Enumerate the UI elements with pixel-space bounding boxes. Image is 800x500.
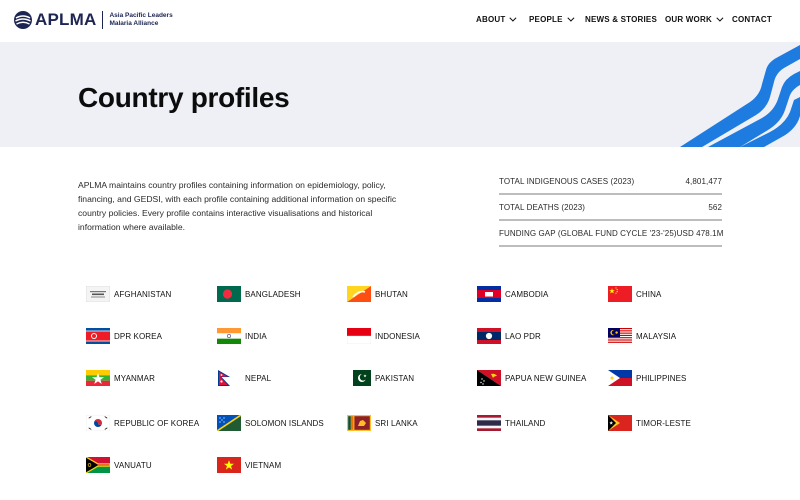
country-bhutan[interactable]: BHUTAN <box>347 286 408 302</box>
hero-banner: Country profiles <box>0 42 800 147</box>
stat-row-total-deaths: TOTAL DEATHS (2023) 562 <box>499 195 722 221</box>
china-flag-icon <box>608 286 632 302</box>
country-nepal[interactable]: NEPAL <box>217 370 271 386</box>
nav-our-work[interactable]: OUR WORK <box>665 14 724 24</box>
stat-value: 4,801,477 <box>685 176 722 186</box>
country-name: PAKISTAN <box>375 373 415 383</box>
country-philippines[interactable]: PHILIPPINES <box>608 370 686 386</box>
country-india[interactable]: INDIA <box>217 328 267 344</box>
country-name: MYANMAR <box>114 373 155 383</box>
country-name: CHINA <box>636 289 662 299</box>
country-name: THAILAND <box>505 418 546 428</box>
timor-leste-flag-icon <box>608 415 632 431</box>
stat-label: TOTAL DEATHS (2023) <box>499 202 586 212</box>
stat-value: 562 <box>708 202 722 212</box>
country-name: PAPUA NEW GUINEA <box>505 373 587 383</box>
country-bangladesh[interactable]: BANGLADESH <box>217 286 301 302</box>
cambodia-flag-icon <box>477 286 501 302</box>
nav-news-stories[interactable]: NEWS & STORIES <box>585 15 657 24</box>
lao-flag-icon <box>477 328 501 344</box>
country-thailand[interactable]: THAILAND <box>477 415 545 431</box>
dpr-korea-flag-icon <box>86 328 110 344</box>
png-flag-icon <box>477 370 501 386</box>
country-indonesia[interactable]: INDONESIA <box>347 328 420 344</box>
country-sri-lanka[interactable]: SRI LANKA <box>347 415 418 431</box>
nav-people-label: PEOPLE <box>529 15 563 24</box>
country-name: SOLOMON ISLANDS <box>245 418 324 428</box>
decorative-stripes <box>680 45 800 147</box>
stat-label: FUNDING GAP (GLOBAL FUND CYCLE '23-'25) <box>499 228 677 238</box>
philippines-flag-icon <box>608 370 632 386</box>
stat-label: TOTAL INDIGENOUS CASES (2023) <box>499 176 635 186</box>
country-name: VIETNAM <box>245 460 282 470</box>
country-name: SRI LANKA <box>375 418 418 428</box>
country-name: CAMBODIA <box>505 289 549 299</box>
korea-flag-icon <box>86 415 110 431</box>
pakistan-flag-icon <box>347 370 371 386</box>
country-lao-pdr[interactable]: LAO PDR <box>477 328 541 344</box>
afghanistan-flag-icon <box>86 286 110 302</box>
bhutan-flag-icon <box>347 286 371 302</box>
country-name: PHILIPPINES <box>636 373 687 383</box>
country-republic-of-korea[interactable]: REPUBLIC OF KOREA <box>86 415 199 431</box>
nav-contact[interactable]: CONTACT <box>732 15 772 24</box>
country-name: NEPAL <box>245 373 272 383</box>
nav-our-work-label: OUR WORK <box>665 15 712 24</box>
country-name: REPUBLIC OF KOREA <box>114 418 200 428</box>
malaysia-flag-icon <box>608 328 632 344</box>
nav-about-label: ABOUT <box>476 15 506 24</box>
country-pakistan[interactable]: PAKISTAN <box>347 370 414 386</box>
country-name: LAO PDR <box>505 331 541 341</box>
country-dpr-korea[interactable]: DPR KOREA <box>86 328 162 344</box>
country-vietnam[interactable]: VIETNAM <box>217 457 281 473</box>
intro-paragraph: APLMA maintains country profiles contain… <box>78 180 397 232</box>
solomon-islands-flag-icon <box>217 415 241 431</box>
country-name: BHUTAN <box>375 289 408 299</box>
country-papua-new-guinea[interactable]: PAPUA NEW GUINEA <box>477 370 586 386</box>
chevron-down-icon <box>509 14 517 22</box>
country-name: AFGHANISTAN <box>114 289 172 299</box>
nav-contact-label: CONTACT <box>732 15 772 24</box>
myanmar-flag-icon <box>86 370 110 386</box>
indonesia-flag-icon <box>347 328 371 344</box>
nav-news-stories-label: NEWS & STORIES <box>585 15 657 24</box>
main-nav: ABOUT PEOPLE NEWS & STORIES OUR WORK CON… <box>0 14 800 27</box>
stat-row-indigenous-cases: TOTAL INDIGENOUS CASES (2023) 4,801,477 <box>499 169 722 195</box>
sri-lanka-flag-icon <box>347 415 371 431</box>
country-name: INDIA <box>245 331 267 341</box>
india-flag-icon <box>217 328 241 344</box>
nav-people[interactable]: PEOPLE <box>529 14 575 24</box>
thailand-flag-icon <box>477 415 501 431</box>
stats-panel: TOTAL INDIGENOUS CASES (2023) 4,801,477 … <box>499 169 724 247</box>
vietnam-flag-icon <box>217 457 241 473</box>
vanuatu-flag-icon <box>86 457 110 473</box>
country-name: DPR KOREA <box>114 331 163 341</box>
site-header: APLMA Asia Pacific Leaders Malaria Allia… <box>0 0 800 42</box>
country-name: TIMOR-LESTE <box>636 418 691 428</box>
country-name: MALAYSIA <box>636 331 677 341</box>
stat-row-funding-gap: FUNDING GAP (GLOBAL FUND CYCLE '23-'25) … <box>499 221 724 247</box>
country-vanuatu[interactable]: VANUATU <box>86 457 152 473</box>
country-cambodia[interactable]: CAMBODIA <box>477 286 548 302</box>
nav-about[interactable]: ABOUT <box>476 14 517 24</box>
chevron-down-icon <box>716 14 724 22</box>
country-solomon-islands[interactable]: SOLOMON ISLANDS <box>217 415 324 431</box>
chevron-down-icon <box>567 14 575 22</box>
country-afghanistan[interactable]: AFGHANISTAN <box>86 286 171 302</box>
stat-value: USD 478.1M <box>676 228 724 238</box>
country-malaysia[interactable]: MALAYSIA <box>608 328 676 344</box>
bangladesh-flag-icon <box>217 286 241 302</box>
country-timor-leste[interactable]: TIMOR-LESTE <box>608 415 691 431</box>
country-name: INDONESIA <box>375 331 420 341</box>
country-myanmar[interactable]: MYANMAR <box>86 370 155 386</box>
country-name: BANGLADESH <box>245 289 301 299</box>
page-title: Country profiles <box>78 82 290 113</box>
country-china[interactable]: CHINA <box>608 286 661 302</box>
nepal-flag-icon <box>217 370 241 386</box>
country-name: VANUATU <box>114 460 152 470</box>
